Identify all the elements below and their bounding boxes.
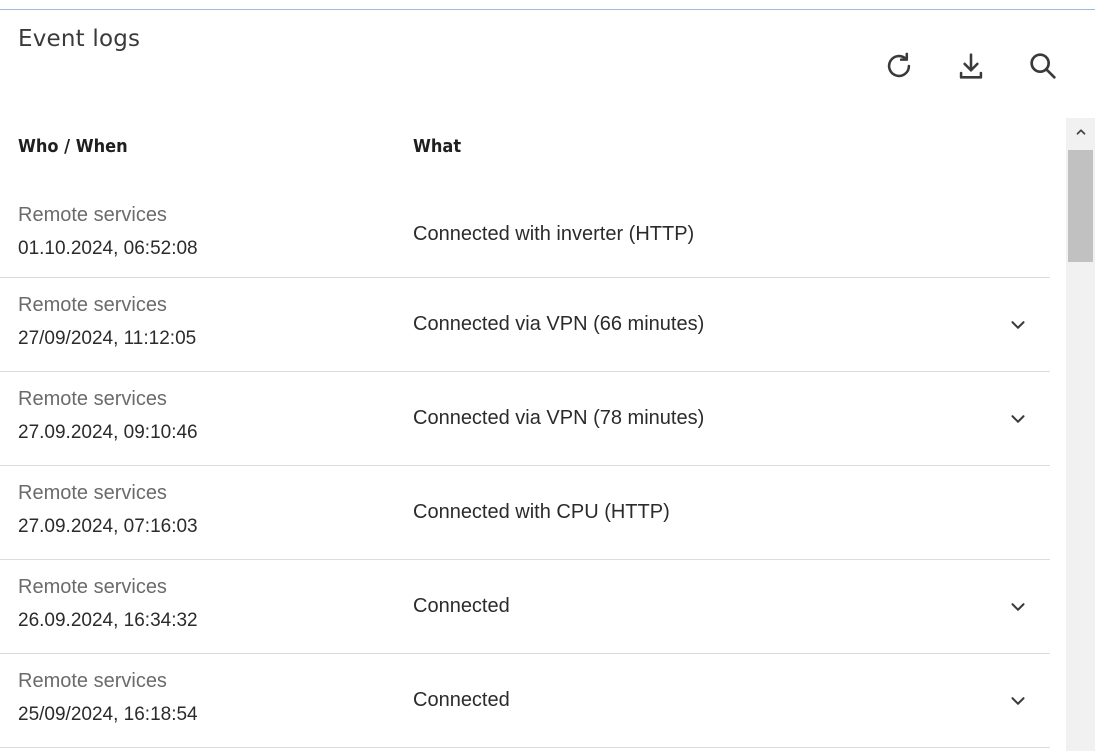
panel-title: Event logs [18,26,141,52]
chevron-down-icon [1011,603,1025,611]
table-row[interactable]: Remote services 27.09.2024, 09:10:46 Con… [0,372,1050,466]
row-what: Connected via VPN (78 minutes) [413,407,705,429]
table-row[interactable]: Remote services 27/09/2024, 11:12:05 Con… [0,278,1050,372]
row-when: 01.10.2024, 06:52:08 [18,238,198,259]
table-row[interactable]: Remote services 27.09.2024, 07:16:03 Con… [0,466,1050,560]
row-what: Connected [413,689,510,711]
download-button[interactable] [949,44,993,88]
row-what: Connected with inverter (HTTP) [413,223,695,245]
row-when: 27.09.2024, 07:16:03 [18,516,198,537]
expand-row-button[interactable] [1004,311,1032,339]
column-header-what[interactable]: What [413,136,461,157]
row-who: Remote services [18,482,167,504]
search-icon [1030,53,1056,79]
row-when: 27/09/2024, 11:12:05 [18,328,197,349]
chevron-down-icon [1011,321,1025,329]
table-row[interactable]: Remote services 26.09.2024, 16:34:32 Con… [0,560,1050,654]
refresh-button[interactable] [877,44,921,88]
refresh-icon [887,52,911,78]
table-header: Who / When What [0,118,1050,178]
expand-row-button[interactable] [1004,405,1032,433]
chevron-down-icon [1011,697,1025,705]
row-who: Remote services [18,294,167,316]
vertical-scrollbar[interactable] [1066,118,1095,751]
row-who: Remote services [18,670,167,692]
row-what: Connected with CPU (HTTP) [413,501,670,523]
row-who: Remote services [18,388,167,410]
row-when: 26.09.2024, 16:34:32 [18,610,198,631]
row-what: Connected via VPN (66 minutes) [413,313,705,335]
scrollbar-thumb[interactable] [1068,150,1093,262]
chevron-up-icon [1076,129,1085,135]
row-who: Remote services [18,204,167,226]
chevron-down-icon [1011,415,1025,423]
event-log-table: Who / When What Remote services 01.10.20… [0,118,1066,751]
table-body: Remote services 01.10.2024, 06:52:08 Con… [0,188,1050,748]
row-what: Connected [413,595,510,617]
row-when: 27.09.2024, 09:10:46 [18,422,198,443]
row-when: 25/09/2024, 16:18:54 [18,704,198,725]
row-who: Remote services [18,576,167,598]
expand-row-button[interactable] [1004,687,1032,715]
scroll-up-button[interactable] [1066,118,1095,146]
column-header-who-when[interactable]: Who / When [18,136,128,157]
download-icon [959,53,983,79]
search-button[interactable] [1021,44,1065,88]
top-accent-rule [0,0,1095,10]
table-row[interactable]: Remote services 25/09/2024, 16:18:54 Con… [0,654,1050,748]
toolbar [877,44,1065,88]
expand-row-button[interactable] [1004,593,1032,621]
table-row[interactable]: Remote services 01.10.2024, 06:52:08 Con… [0,188,1050,278]
